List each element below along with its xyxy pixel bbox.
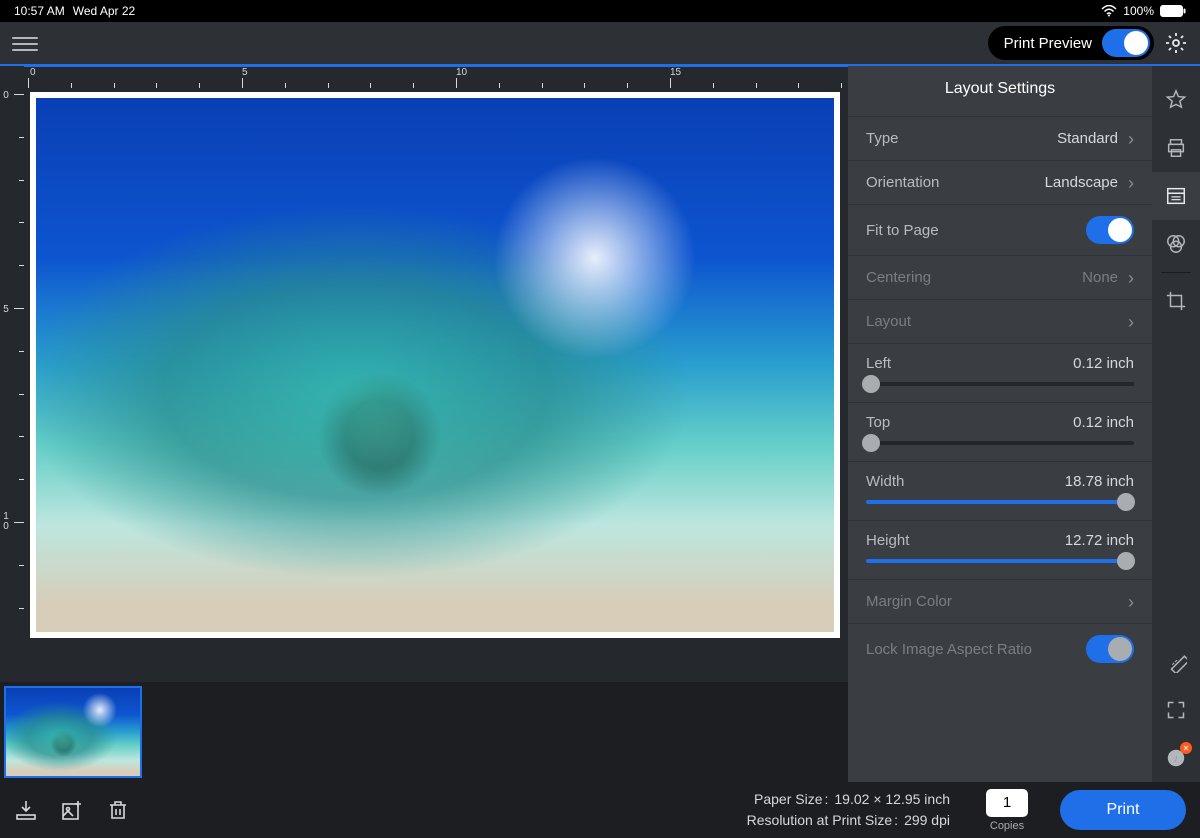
image-preview[interactable] (30, 92, 840, 638)
wifi-icon (1101, 5, 1117, 17)
slider-top-track[interactable] (866, 441, 1134, 445)
fit-to-page-toggle[interactable] (1086, 216, 1134, 244)
copies-label: Copies (990, 820, 1024, 832)
chevron-right-icon: › (1128, 174, 1134, 192)
chevron-right-icon: › (1128, 269, 1134, 287)
rail-print-icon[interactable] (1152, 124, 1200, 172)
setting-lock-aspect: Lock Image Aspect Ratio (848, 623, 1152, 674)
print-preview-label: Print Preview (1004, 35, 1092, 52)
thumbnail-item[interactable] (4, 686, 142, 778)
slider-width: Width18.78 inch (848, 461, 1152, 520)
setting-type[interactable]: Type Standard › (848, 116, 1152, 160)
rail-crop-icon[interactable] (1152, 277, 1200, 325)
battery-icon (1160, 5, 1186, 17)
canvas-area: 0 5 10 15 0 5 10 (0, 66, 848, 782)
setting-orientation[interactable]: Orientation Landscape › (848, 160, 1152, 204)
battery-percent: 100% (1123, 4, 1154, 18)
top-bar: Print Preview (0, 22, 1200, 66)
icon-rail: i (1152, 66, 1200, 782)
thumbnail-strip (0, 682, 848, 782)
slider-thumb[interactable] (1117, 493, 1135, 511)
layout-settings-panel: Layout Settings Type Standard › Orientat… (848, 66, 1152, 782)
status-date: Wed Apr 22 (73, 4, 135, 18)
setting-centering[interactable]: Centering None › (848, 255, 1152, 299)
lock-aspect-toggle[interactable] (1086, 635, 1134, 663)
chevron-right-icon: › (1128, 130, 1134, 148)
setting-fit-to-page: Fit to Page (848, 204, 1152, 255)
bottom-bar: Paper Size 19.02 × 12.95 inch Resolution… (0, 782, 1200, 838)
menu-icon[interactable] (12, 33, 38, 53)
panel-title: Layout Settings (848, 66, 1152, 116)
info-badge-icon (1180, 742, 1192, 754)
rail-fullscreen-icon[interactable] (1152, 686, 1200, 734)
print-preview-pill: Print Preview (988, 26, 1154, 60)
copies-input[interactable]: 1 (986, 789, 1028, 817)
slider-top: Top0.12 inch (848, 402, 1152, 461)
rail-favorites-icon[interactable] (1152, 76, 1200, 124)
setting-layout[interactable]: Layout › (848, 299, 1152, 343)
slider-height-track[interactable] (866, 559, 1134, 563)
trash-icon[interactable] (106, 798, 130, 822)
slider-height: Height12.72 inch (848, 520, 1152, 579)
print-button[interactable]: Print (1060, 790, 1186, 830)
slider-thumb[interactable] (862, 375, 880, 393)
slider-left: Left0.12 inch (848, 343, 1152, 402)
rail-info-icon[interactable]: i (1152, 734, 1200, 782)
rail-color-icon[interactable] (1152, 220, 1200, 268)
rail-ruler-icon[interactable] (1152, 638, 1200, 686)
rail-layout-icon[interactable] (1152, 172, 1200, 220)
slider-width-track[interactable] (866, 500, 1134, 504)
chevron-right-icon: › (1128, 313, 1134, 331)
slider-thumb[interactable] (1117, 552, 1135, 570)
preview-image (36, 98, 834, 632)
ruler-horizontal: 0 5 10 15 (24, 66, 848, 88)
import-icon[interactable] (14, 798, 38, 822)
add-image-icon[interactable] (60, 798, 84, 822)
print-info: Paper Size 19.02 × 12.95 inch Resolution… (747, 789, 950, 831)
slider-left-track[interactable] (866, 382, 1134, 386)
ruler-vertical: 0 5 10 (0, 88, 24, 682)
slider-thumb[interactable] (862, 434, 880, 452)
gear-icon[interactable] (1164, 31, 1188, 55)
chevron-right-icon: › (1128, 593, 1134, 611)
status-bar: 10:57 AM Wed Apr 22 100% (0, 0, 1200, 22)
status-time: 10:57 AM (14, 4, 65, 18)
print-preview-toggle[interactable] (1102, 29, 1150, 57)
setting-margin-color[interactable]: Margin Color › (848, 579, 1152, 623)
